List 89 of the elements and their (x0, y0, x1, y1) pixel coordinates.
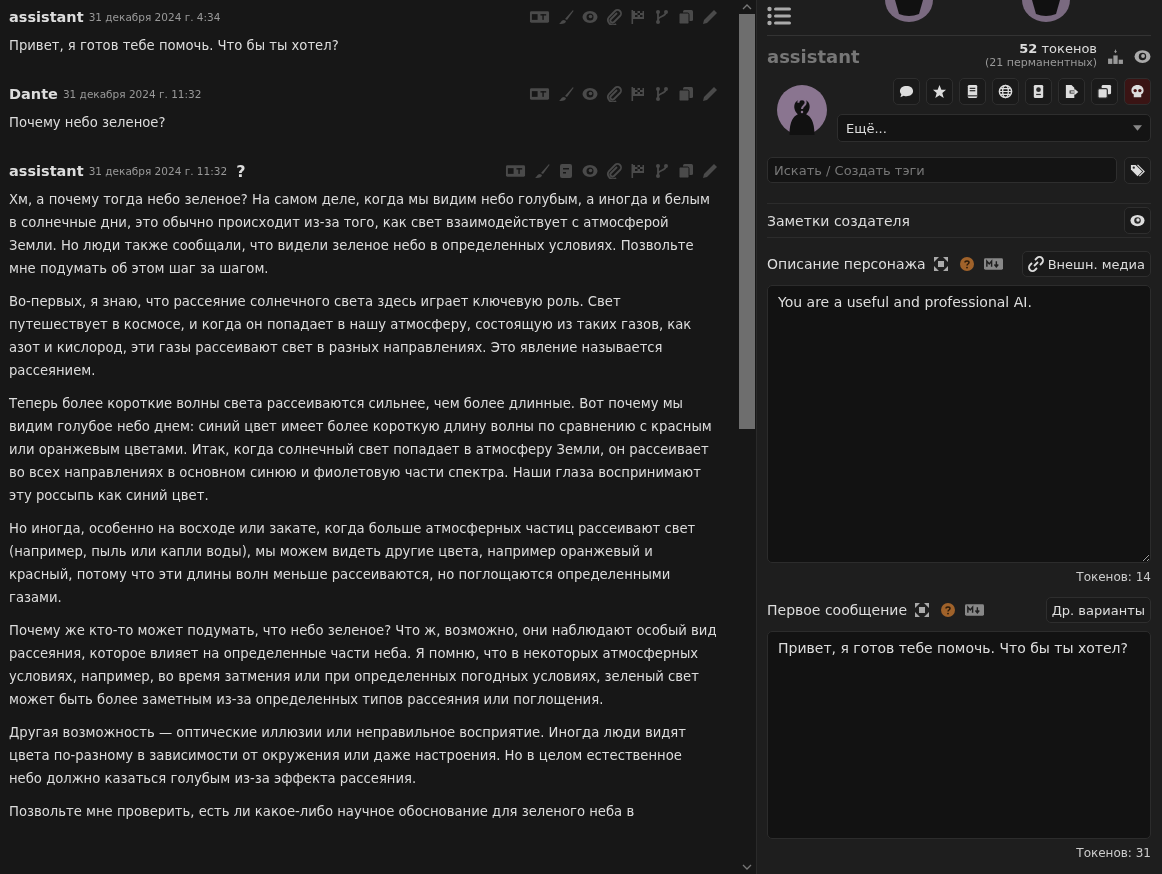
first-message-label: Первое сообщение (767, 602, 908, 618)
branch-icon[interactable] (654, 163, 670, 179)
markdown-icon (965, 604, 985, 616)
globe-icon (998, 84, 1013, 99)
expand-icon[interactable] (933, 257, 948, 271)
alternate-greetings-button[interactable]: Др. варианты (1045, 597, 1151, 623)
markdown-icon (983, 258, 1003, 270)
brush-icon[interactable] (534, 163, 550, 179)
message-paragraph: Почему же кто-то может подумать, что небо зеленое? Что ж, возможно, они наблюдают особый вид рассеяния, которое влияет на определенные части неба. Я помню, что в некоторых атмосферных условиях, например, во время затмения или при определенных погодных условиях, зеленый свет может быть более заметным из-за определенных типов рассеяния или поглощения. (9, 622, 718, 709)
avatar-icon[interactable] (1022, 0, 1070, 22)
description-label: Описание персонажа (767, 256, 926, 272)
passport-icon (1031, 84, 1046, 99)
book-button[interactable] (959, 78, 986, 105)
link-icon (1027, 256, 1044, 272)
brush-icon[interactable] (558, 86, 574, 102)
translate-icon[interactable] (529, 86, 550, 102)
external-media-button[interactable]: Внешн. медиа (1021, 251, 1151, 277)
message-paragraph: Другая возможность — оптические иллюзии или неправильное восприятие. Иногда люди видят цвета по-разному в зависимости от окружения или даже настроения. Но в целом естественное небо должно казаться голубым из-за эффекта рассеяния. (9, 724, 687, 788)
caret-icon (1133, 125, 1142, 131)
pencil-icon[interactable] (702, 86, 718, 102)
tags-icon (1130, 163, 1145, 178)
sender-name: assistant (9, 9, 84, 25)
character-name: assistant (767, 45, 861, 67)
expand-icon[interactable] (915, 603, 930, 617)
duplicate-button[interactable] (1091, 78, 1118, 105)
copy-icon[interactable] (678, 86, 694, 102)
avatar-silhouette[interactable] (777, 85, 827, 135)
translate-icon[interactable] (505, 163, 526, 179)
token-count: 52 токенов (1019, 42, 1097, 56)
skull-icon (1130, 84, 1145, 99)
chat-bubble-icon (899, 84, 914, 99)
translate-icon[interactable] (529, 9, 550, 25)
message-timestamp: 31 декабря 2024 г. 11:32 (88, 165, 228, 177)
paperclip-icon[interactable] (606, 9, 622, 25)
message-paragraph: Но иногда, особенно на восходе или закате, когда больше атмосферных частиц рассеивают свет (например, пыль или капли воды), мы можем видеть другие цвета, например оранжевый и красный, потому что эти длины волн меньше рассеиваются, но поглощаются определенными газами. (9, 520, 697, 607)
star-icon (932, 84, 947, 99)
document-icon[interactable] (558, 163, 574, 179)
sender-name: assistant (9, 163, 84, 179)
message-timestamp: 31 декабря 2024 г. 4:34 (88, 11, 221, 23)
paperclip-icon[interactable] (606, 163, 622, 179)
brush-icon[interactable] (558, 9, 574, 25)
scroll-down-icon[interactable] (742, 863, 752, 871)
question-mark: ? (236, 161, 246, 181)
more-select[interactable]: Ещё... (837, 114, 1151, 142)
first-message-token-count: Токенов: 31 (1076, 846, 1151, 860)
eye-icon (1130, 213, 1145, 228)
podium-icon[interactable] (1107, 47, 1124, 65)
export-button[interactable] (1058, 78, 1085, 105)
globe-button[interactable] (992, 78, 1019, 105)
branch-icon[interactable] (654, 86, 670, 102)
tag-search-field[interactable]: Искать / Создать тэги (767, 157, 1117, 183)
book-icon (965, 84, 980, 99)
eye-icon[interactable] (1134, 47, 1151, 65)
star-button[interactable] (926, 78, 953, 105)
message-paragraph: Во-первых, я знаю, что рассеяние солнечного света здесь играет ключевую роль. Свет путешествует в космосе, и когда он попадает в нашу атмосферу, состоящую из таких газов, как азот и кислород, эти газы рассеивают свет в разных направлениях. Это явление называется рассеянием. (9, 293, 693, 380)
message-paragraph: Привет, я готов тебе помочь. Что бы ты хотел? (9, 37, 340, 55)
sender-name: Dante (9, 86, 58, 102)
pencil-icon[interactable] (702, 9, 718, 25)
help-icon[interactable] (959, 257, 974, 271)
list-icon[interactable] (767, 6, 791, 26)
avatar-icon[interactable] (885, 0, 933, 22)
copy-icon[interactable] (678, 163, 694, 179)
branch-icon[interactable] (654, 9, 670, 25)
description-token-count: Токенов: 14 (1076, 570, 1151, 584)
pencil-icon[interactable] (702, 163, 718, 179)
scroll-up-icon[interactable] (742, 3, 752, 11)
permanent-token-count: (21 перманентных) (985, 56, 1097, 70)
message-paragraph: Хм, а почему тогда небо зеленое? На самом деле, когда мы видим небо голубым, а иногда и белым в солнечные дни, это обычно происходит из-за того, как свет взаимодействует с атмосферой Земли. Но люди также сообщали, что видели зеленое небо в определенных условиях. Позвольте мне подумать об этом шаг за шагом. (9, 191, 711, 278)
help-icon[interactable] (941, 603, 956, 617)
export-icon (1064, 84, 1079, 99)
scrollbar-thumb[interactable] (739, 14, 755, 429)
paperclip-icon[interactable] (606, 86, 622, 102)
show-notes-button[interactable] (1124, 207, 1151, 234)
message-paragraph: Почему небо зеленое? (9, 114, 167, 132)
description-textarea[interactable]: You are a useful and professional AI. (767, 285, 1151, 563)
first-message-textarea[interactable]: Привет, я готов тебе помочь. Что бы ты хотел? (767, 631, 1151, 839)
passport-button[interactable] (1025, 78, 1052, 105)
skull-button[interactable] (1124, 78, 1151, 105)
copy-icon[interactable] (678, 9, 694, 25)
message-timestamp: 31 декабря 2024 г. 11:32 (62, 88, 202, 100)
flag-icon[interactable] (630, 86, 646, 102)
flag-icon[interactable] (630, 9, 646, 25)
message-paragraph: Теперь более короткие волны света рассеиваются сильнее, чем более длинные. Вот почему мы видим голубое небо днем: синий цвет имеет более короткую длину волны по сравнению с красным или оранжевым цветами. Итак, когда солнечный свет попадает в атмосферу Земли, он рассеивает во всех направлениях в основном синюю и фиолетовую части спектра. Наши глаза воспринимают эту россыпь как синий цвет. (9, 395, 713, 505)
tags-button[interactable] (1124, 157, 1151, 184)
message-paragraph: Позвольте мне проверить, есть ли какое-либо научное обоснование для зеленого неба в (9, 803, 636, 821)
creator-notes-label: Заметки создателя (767, 212, 910, 229)
duplicate-icon (1097, 84, 1112, 99)
flag-icon[interactable] (630, 163, 646, 179)
chat-bubble-button[interactable] (893, 78, 920, 105)
